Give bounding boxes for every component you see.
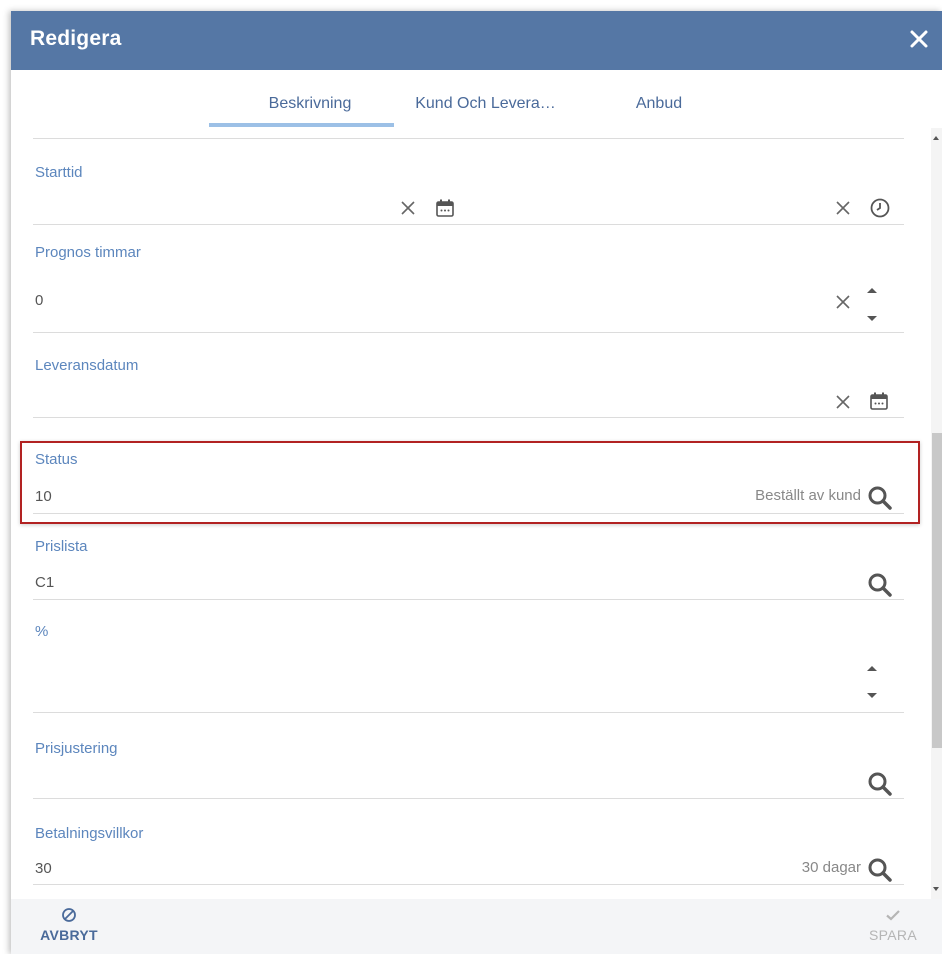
- tab-anbud[interactable]: Anbud: [629, 95, 689, 113]
- divider: [33, 332, 904, 333]
- spin-down-icon[interactable]: [864, 689, 880, 707]
- clear-date-icon[interactable]: [398, 198, 418, 223]
- save-button[interactable]: SPARA: [853, 907, 933, 945]
- clear-date-icon[interactable]: [833, 392, 853, 417]
- scrollbar-thumb[interactable]: [932, 433, 942, 748]
- active-tab-indicator: [209, 123, 394, 127]
- starttid-time-input[interactable]: [471, 199, 821, 219]
- cancel-circle-icon: [29, 907, 109, 927]
- divider: [33, 224, 904, 225]
- betalningsvillkor-description: 30 dagar: [801, 859, 861, 876]
- status-input[interactable]: 10: [35, 488, 52, 505]
- clear-icon[interactable]: [833, 292, 853, 317]
- procent-label: %: [35, 623, 49, 640]
- prislista-label: Prislista: [35, 538, 88, 555]
- dialog-title: Redigera: [30, 27, 122, 50]
- calendar-icon[interactable]: [435, 198, 455, 223]
- starttid-date-input[interactable]: [35, 199, 390, 219]
- status-description: Beställt av kund: [755, 487, 861, 504]
- spin-up-icon[interactable]: [864, 283, 880, 301]
- leveransdatum-label: Leveransdatum: [35, 357, 139, 374]
- spin-down-icon[interactable]: [864, 312, 880, 330]
- prisjustering-input[interactable]: [35, 776, 815, 796]
- betalningsvillkor-input[interactable]: 30: [35, 860, 52, 877]
- divider: [33, 798, 904, 799]
- divider: [33, 712, 904, 713]
- search-icon[interactable]: [867, 485, 893, 516]
- clock-icon[interactable]: [869, 197, 891, 224]
- status-highlight-box: [20, 441, 920, 524]
- cancel-label: AVBRYT: [40, 927, 98, 943]
- procent-input[interactable]: [35, 676, 815, 696]
- checkmark-icon: [853, 907, 933, 927]
- divider: [33, 417, 904, 418]
- divider: [33, 513, 904, 514]
- save-label: SPARA: [869, 927, 917, 943]
- clear-time-icon[interactable]: [833, 198, 853, 223]
- prisjustering-label: Prisjustering: [35, 740, 118, 757]
- prognos-timmar-input[interactable]: 0: [35, 292, 43, 309]
- calendar-icon[interactable]: [869, 391, 889, 416]
- divider: [33, 138, 904, 139]
- scrollbar[interactable]: [931, 128, 942, 899]
- scroll-up-arrow[interactable]: [933, 136, 939, 140]
- status-label: Status: [35, 451, 78, 468]
- cancel-button[interactable]: AVBRYT: [29, 907, 109, 945]
- spin-up-icon[interactable]: [864, 661, 880, 679]
- tab-kund-och-leverans[interactable]: Kund Och Levera…: [403, 95, 568, 113]
- close-icon[interactable]: [906, 26, 932, 52]
- prislista-input[interactable]: C1: [35, 574, 54, 591]
- betalningsvillkor-label: Betalningsvillkor: [35, 825, 144, 842]
- leveransdatum-input[interactable]: [35, 395, 815, 415]
- scroll-down-arrow[interactable]: [933, 887, 939, 891]
- divider: [33, 599, 904, 600]
- prognos-timmar-label: Prognos timmar: [35, 244, 141, 261]
- starttid-label: Starttid: [35, 164, 83, 181]
- divider: [33, 884, 904, 885]
- edit-dialog: Redigera Beskrivning Kund Och Levera… An…: [11, 11, 942, 954]
- dialog-header: Redigera: [11, 11, 942, 70]
- tab-beskrivning[interactable]: Beskrivning: [255, 95, 365, 113]
- tab-bar: Beskrivning Kund Och Levera… Anbud: [11, 70, 942, 128]
- form-content[interactable]: Starttid Prognos timmar 0 Leveransdatum …: [11, 128, 931, 899]
- dialog-footer: AVBRYT SPARA: [11, 899, 942, 954]
